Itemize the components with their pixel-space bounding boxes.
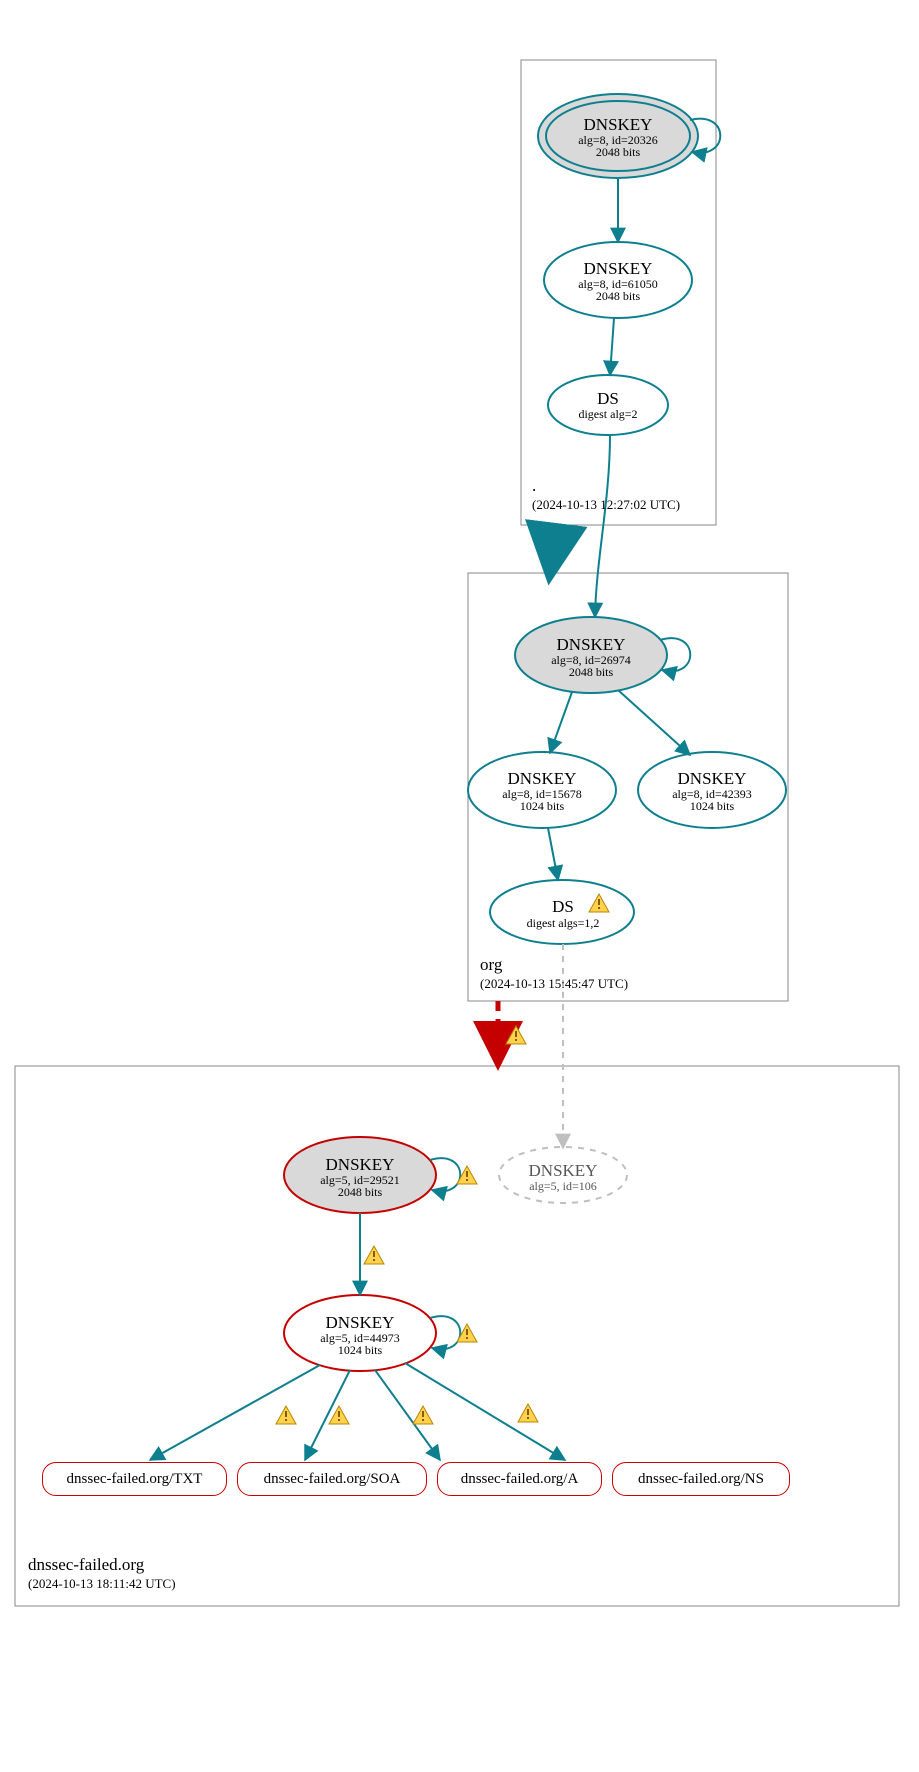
zone-org-name: org — [480, 955, 502, 975]
edge-root-to-org-delegation — [550, 525, 556, 573]
warning-icon — [275, 1405, 297, 1427]
edge-root-ds-to-org-ksk — [595, 435, 610, 617]
zone-root-name: . — [532, 476, 536, 496]
node-root-zsk-label[interactable]: DNSKEY alg=8, id=61050 2048 bits — [548, 260, 688, 303]
node-org-ksk-label[interactable]: DNSKEY alg=8, id=26974 2048 bits — [521, 636, 661, 679]
warning-icon — [456, 1323, 478, 1345]
warning-icon — [412, 1405, 434, 1427]
warning-icon — [588, 893, 610, 915]
zone-root-time: (2024-10-13 12:27:02 UTC) — [532, 497, 680, 513]
record-ns[interactable]: dnssec-failed.org/NS — [612, 1462, 790, 1496]
node-failed-ksk-label[interactable]: DNSKEY alg=5, id=29521 2048 bits — [290, 1156, 430, 1199]
zone-failed-name: dnssec-failed.org — [28, 1555, 144, 1575]
record-soa[interactable]: dnssec-failed.org/SOA — [237, 1462, 427, 1496]
zone-failed-time: (2024-10-13 18:11:42 UTC) — [28, 1576, 176, 1592]
warning-icon — [363, 1245, 385, 1267]
node-org-zsk1-label[interactable]: DNSKEY alg=8, id=15678 1024 bits — [472, 770, 612, 813]
node-failed-ghost-label[interactable]: DNSKEY alg=5, id=106 — [503, 1162, 623, 1192]
warning-icon — [517, 1403, 539, 1425]
record-a[interactable]: dnssec-failed.org/A — [437, 1462, 602, 1496]
record-txt[interactable]: dnssec-failed.org/TXT — [42, 1462, 227, 1496]
node-failed-zsk-label[interactable]: DNSKEY alg=5, id=44973 1024 bits — [290, 1314, 430, 1357]
zone-org-time: (2024-10-13 15:45:47 UTC) — [480, 976, 628, 992]
warning-icon — [328, 1405, 350, 1427]
dnssec-diagram — [0, 0, 919, 1772]
node-org-zsk2-label[interactable]: DNSKEY alg=8, id=42393 1024 bits — [642, 770, 782, 813]
node-root-ds-label[interactable]: DS digest alg=2 — [548, 390, 668, 420]
node-root-ksk-label[interactable]: DNSKEY alg=8, id=20326 2048 bits — [548, 116, 688, 159]
warning-icon — [505, 1025, 527, 1047]
warning-icon — [456, 1165, 478, 1187]
